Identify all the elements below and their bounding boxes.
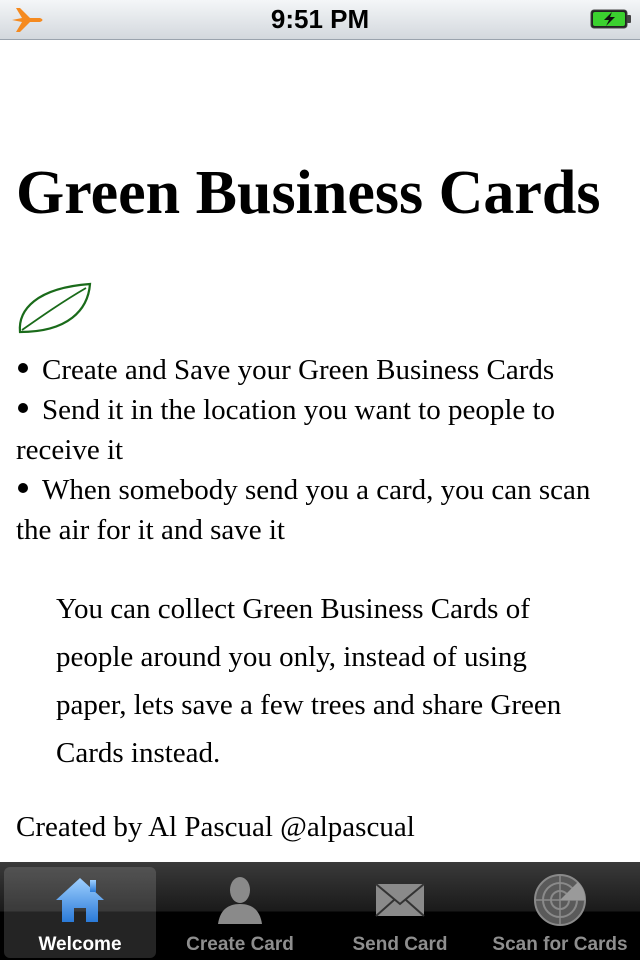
tab-label: Welcome [38, 934, 122, 955]
bullet-dot [18, 483, 28, 494]
tab-scan-for-cards[interactable]: Scan for Cards [480, 862, 640, 960]
envelope-icon [375, 883, 425, 917]
tab-welcome[interactable]: Welcome [0, 862, 160, 960]
list-item-text: Send it in the location you want to peop… [16, 394, 556, 466]
radar-icon [534, 874, 586, 926]
person-icon [218, 877, 262, 924]
leaf-icon [18, 282, 92, 334]
list-item-text: When somebody send you a card, you can s… [16, 474, 591, 546]
welcome-content: Green Business Cards Create and Save you… [0, 40, 640, 862]
battery-charging-icon [590, 9, 631, 29]
feature-list: Create and Save your Green Business Card… [16, 350, 626, 550]
tab-label: Create Card [186, 934, 294, 955]
tab-send-card[interactable]: Send Card [320, 862, 480, 960]
house-icon [56, 878, 104, 922]
status-bar: 9:51 PM [0, 0, 640, 40]
credit-text: Created by Al Pascual @alpascual [16, 811, 415, 843]
tab-label: Send Card [352, 934, 448, 955]
page-title: Green Business Cards [16, 159, 601, 227]
list-item: Send it in the location you want to peop… [16, 390, 626, 470]
description-paragraph: You can collect Green Business Cards of … [56, 593, 562, 769]
status-time: 9:51 PM [270, 4, 370, 34]
tab-bar: Welcome Create Card Send Card Scan for C… [0, 862, 640, 960]
list-item-text: Create and Save your Green Business Card… [42, 354, 555, 386]
list-item: When somebody send you a card, you can s… [16, 470, 626, 550]
bullet-dot [18, 403, 28, 414]
bullet-dot [18, 363, 28, 374]
list-item: Create and Save your Green Business Card… [16, 350, 626, 390]
tab-label: Scan for Cards [492, 934, 628, 955]
tab-create-card[interactable]: Create Card [160, 862, 320, 960]
